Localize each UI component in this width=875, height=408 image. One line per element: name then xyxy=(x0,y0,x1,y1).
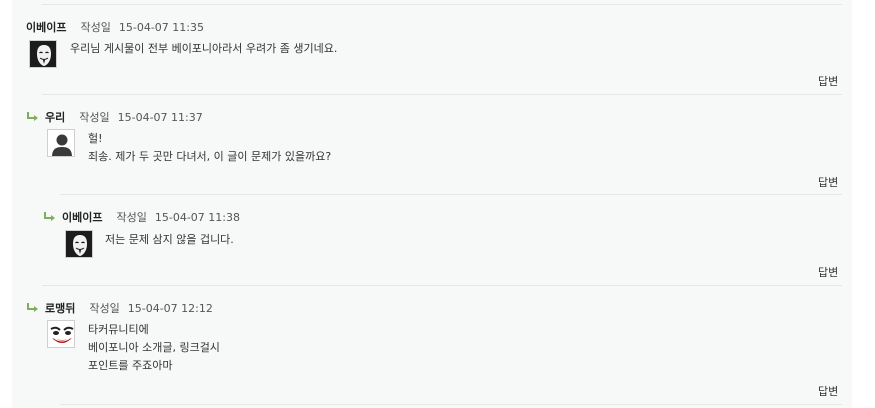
comment-meta: 이베이프 작성일 15-04-07 11:35 xyxy=(26,19,204,35)
comment-body: 저는 문제 삼지 않을 겁니다. xyxy=(105,231,234,249)
comment-line: 베이포니아 소개글, 링크걸시 xyxy=(88,341,220,354)
comment-body: 타커뮤니티에 베이포니아 소개글, 링크걸시 포인트를 주죠아마 xyxy=(88,321,220,375)
comment-date: 15-04-07 11:38 xyxy=(154,210,240,224)
reply-button[interactable]: 답변 xyxy=(818,174,838,190)
comment-author[interactable]: 로맹뒤 xyxy=(45,300,75,316)
comment-line: 타커뮤니티에 xyxy=(88,323,149,336)
comment-panel: 이베이프 작성일 15-04-07 11:35 우리님 게시물이 전부 베이포니… xyxy=(12,0,852,408)
reply-arrow-icon xyxy=(44,212,55,221)
comment-meta: 로맹뒤 작성일 15-04-07 12:12 xyxy=(26,300,213,316)
comment-line: 헐! xyxy=(88,132,103,145)
comment-date: 15-04-07 12:12 xyxy=(127,301,213,315)
comment-line: 포인트를 주죠아마 xyxy=(88,359,173,372)
comment-author[interactable]: 우리 xyxy=(45,109,65,125)
date-label: 작성일 xyxy=(89,302,120,315)
divider xyxy=(60,194,842,195)
divider xyxy=(42,285,842,286)
date-label: 작성일 xyxy=(80,21,111,34)
comment-line: 우리님 게시물이 전부 베이포니아라서 우려가 좀 생기네요. xyxy=(70,42,338,55)
joker-face-icon xyxy=(47,320,75,348)
anonymous-mask-icon xyxy=(65,230,93,258)
reply-arrow-icon xyxy=(27,112,38,121)
comment-author[interactable]: 이베이프 xyxy=(62,209,102,225)
reply-button[interactable]: 답변 xyxy=(818,264,838,280)
comment-meta: 우리 작성일 15-04-07 11:37 xyxy=(26,109,203,125)
reply-button[interactable]: 답변 xyxy=(818,383,838,399)
date-label: 작성일 xyxy=(116,211,147,224)
comment-body: 우리님 게시물이 전부 베이포니아라서 우려가 좀 생기네요. xyxy=(70,40,337,58)
comment-author[interactable]: 이베이프 xyxy=(26,19,66,35)
divider xyxy=(42,94,842,95)
comment-date: 15-04-07 11:35 xyxy=(118,20,204,34)
comment-meta: 이베이프 작성일 15-04-07 11:38 xyxy=(43,209,240,225)
reply-button[interactable]: 답변 xyxy=(818,73,838,89)
comment-line: 죄송. 제가 두 곳만 다녀서, 이 글이 문제가 있을까요? xyxy=(88,150,332,163)
comment-line: 저는 문제 삼지 않을 겁니다. xyxy=(105,233,234,246)
divider xyxy=(60,404,842,405)
anonymous-mask-icon xyxy=(29,40,57,68)
comment-body: 헐! 죄송. 제가 두 곳만 다녀서, 이 글이 문제가 있을까요? xyxy=(88,130,331,166)
comment-date: 15-04-07 11:37 xyxy=(117,110,203,124)
date-label: 작성일 xyxy=(79,111,110,124)
reply-arrow-icon xyxy=(27,303,38,312)
default-user-icon xyxy=(47,129,75,157)
divider xyxy=(42,4,842,5)
